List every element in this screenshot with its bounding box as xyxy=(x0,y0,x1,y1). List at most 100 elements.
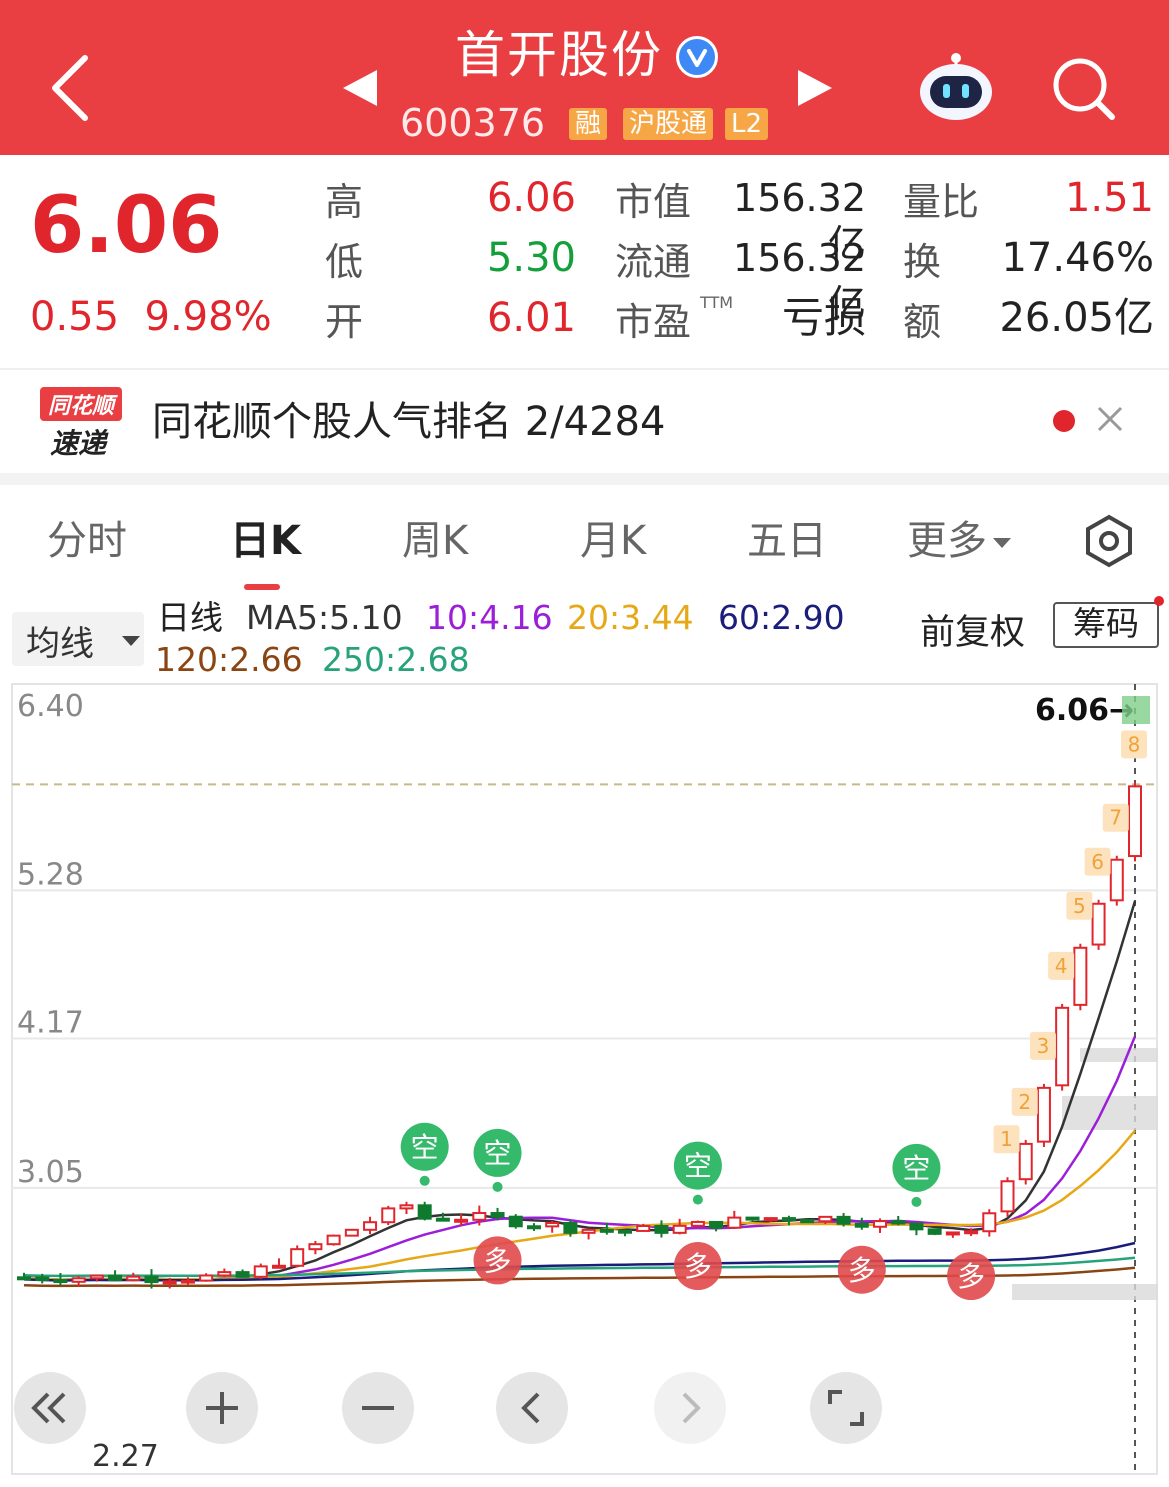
candle-body xyxy=(1036,1086,1051,1143)
candle-body xyxy=(545,1222,560,1228)
active-tab-indicator xyxy=(244,584,280,590)
candle-body xyxy=(818,1215,833,1223)
indicator-select-label: 均线 xyxy=(26,624,94,664)
candle-body xyxy=(308,1243,323,1251)
candle-body xyxy=(690,1220,705,1227)
candle-body xyxy=(399,1204,414,1210)
chevron-down-icon xyxy=(122,636,140,646)
tab-daily-k[interactable]: 日K xyxy=(230,516,301,566)
tab-more-label: 更多 xyxy=(907,518,987,564)
tab-monthly-k[interactable]: 月K xyxy=(580,516,646,566)
zoom-in-button[interactable] xyxy=(186,1372,258,1444)
streak-label: 2 xyxy=(1018,1090,1031,1114)
section-divider xyxy=(0,473,1169,485)
tag-hsgt: 沪股通 xyxy=(623,108,714,140)
low-label: 低 xyxy=(325,240,364,284)
tab-five-day[interactable]: 五日 xyxy=(747,516,827,566)
chip-distribution-band xyxy=(1012,1284,1158,1300)
candle-body xyxy=(162,1280,177,1285)
tab-more[interactable]: 更多 xyxy=(907,516,1011,566)
kline-chart[interactable]: 6.06→12345678空空空空多多多多2.27 6.405.284.173.… xyxy=(0,676,1169,1487)
candle-body xyxy=(618,1229,633,1234)
chips-button[interactable]: 筹码 xyxy=(1053,602,1159,648)
prev-stock-icon[interactable] xyxy=(343,70,377,106)
candle-body xyxy=(344,1228,359,1237)
candle-body xyxy=(891,1220,906,1225)
tab-weekly-k[interactable]: 周K xyxy=(402,516,468,566)
short-signal-label: 空 xyxy=(902,1152,930,1185)
candle-body xyxy=(636,1225,651,1232)
change-amount: 0.55 xyxy=(30,294,120,340)
robot-assistant-icon[interactable] xyxy=(916,52,996,122)
candle-body xyxy=(1073,946,1088,1006)
candle-body xyxy=(17,1276,31,1281)
ma-line-label: 日线 xyxy=(157,598,223,637)
popularity-rank-text: 同花顺个股人气排名 2/4284 xyxy=(152,399,666,445)
news-logo-bottom: 速递 xyxy=(50,427,109,460)
settings-icon[interactable] xyxy=(1082,514,1136,568)
candle-body xyxy=(873,1220,888,1228)
candle-body xyxy=(180,1279,195,1284)
candle-body xyxy=(599,1228,614,1233)
candle-body xyxy=(709,1220,724,1229)
ths-express-logo: 同花顺 速递 xyxy=(40,387,122,460)
indicator-select[interactable]: 均线 xyxy=(12,612,144,666)
pe-ttm-label: TTM xyxy=(700,293,734,312)
chevron-down-icon xyxy=(993,538,1011,548)
candle-body xyxy=(253,1265,268,1278)
candle-body xyxy=(53,1279,68,1284)
ma250-value: 250:2.68 xyxy=(322,640,470,679)
close-icon[interactable] xyxy=(1095,400,1125,440)
candle-body xyxy=(417,1204,432,1220)
y-tick-label: 5.28 xyxy=(17,857,84,892)
chips-dot xyxy=(1154,596,1164,606)
candle-body xyxy=(435,1217,450,1222)
chevron-right-icon xyxy=(682,1392,701,1424)
volume-ratio-label: 量比 xyxy=(903,180,980,224)
pe-label: 市盈 xyxy=(615,300,692,344)
stock-header: 首开股份 600376 融 沪股通 L2 xyxy=(0,0,1169,155)
tab-intraday[interactable]: 分时 xyxy=(47,516,127,566)
candle-body xyxy=(836,1215,851,1225)
candle-body xyxy=(326,1234,341,1246)
short-signal-dot xyxy=(692,1194,703,1205)
change-percent: 9.98% xyxy=(144,294,272,340)
short-signal-label: 空 xyxy=(484,1137,512,1170)
turnover-label: 换 xyxy=(903,240,942,284)
candle-body xyxy=(927,1228,942,1235)
last-price-marker xyxy=(1122,696,1150,724)
candle-body xyxy=(71,1277,86,1283)
candle-body xyxy=(290,1248,305,1267)
search-icon[interactable] xyxy=(1050,55,1116,121)
short-signal-dot xyxy=(492,1181,503,1192)
long-signal-label: 多 xyxy=(957,1260,985,1293)
open-value: 6.01 xyxy=(486,295,576,341)
candle-body xyxy=(654,1225,669,1234)
streak-label: 4 xyxy=(1055,954,1068,978)
candle-body xyxy=(526,1225,541,1230)
chart-frame xyxy=(11,683,1158,1475)
candle-body xyxy=(909,1222,924,1231)
candle-body xyxy=(1055,1006,1070,1087)
chart-annotations: 6.06→12345678空空空空多多多多2.27 xyxy=(92,693,1150,1474)
scroll-right-button[interactable] xyxy=(654,1372,726,1444)
candle-body xyxy=(800,1219,815,1224)
zoom-out-button[interactable] xyxy=(342,1372,414,1444)
ma5-value: MA5:5.10 xyxy=(246,598,403,637)
candle-body xyxy=(1000,1180,1015,1213)
back-icon[interactable] xyxy=(40,48,100,128)
quote-panel: 6.06 0.55 9.98% 高 6.06 低 5.30 开 6.01 市值 … xyxy=(0,155,1169,365)
last-price: 6.06 xyxy=(30,181,223,271)
candle-body xyxy=(108,1274,123,1282)
scroll-left-button[interactable] xyxy=(496,1372,568,1444)
candle-body xyxy=(472,1212,487,1221)
candle-body xyxy=(727,1216,742,1229)
news-bar[interactable]: 同花顺 速递 同花顺个股人气排名 2/4284 xyxy=(0,368,1169,473)
candle-body xyxy=(271,1264,286,1269)
collapse-button[interactable] xyxy=(14,1372,86,1444)
adjust-mode-button[interactable]: 前复权 xyxy=(920,604,1025,655)
candle-body xyxy=(454,1218,469,1223)
next-stock-icon[interactable] xyxy=(798,70,832,106)
chart-grid xyxy=(11,683,1158,1475)
fullscreen-button[interactable] xyxy=(810,1372,882,1444)
